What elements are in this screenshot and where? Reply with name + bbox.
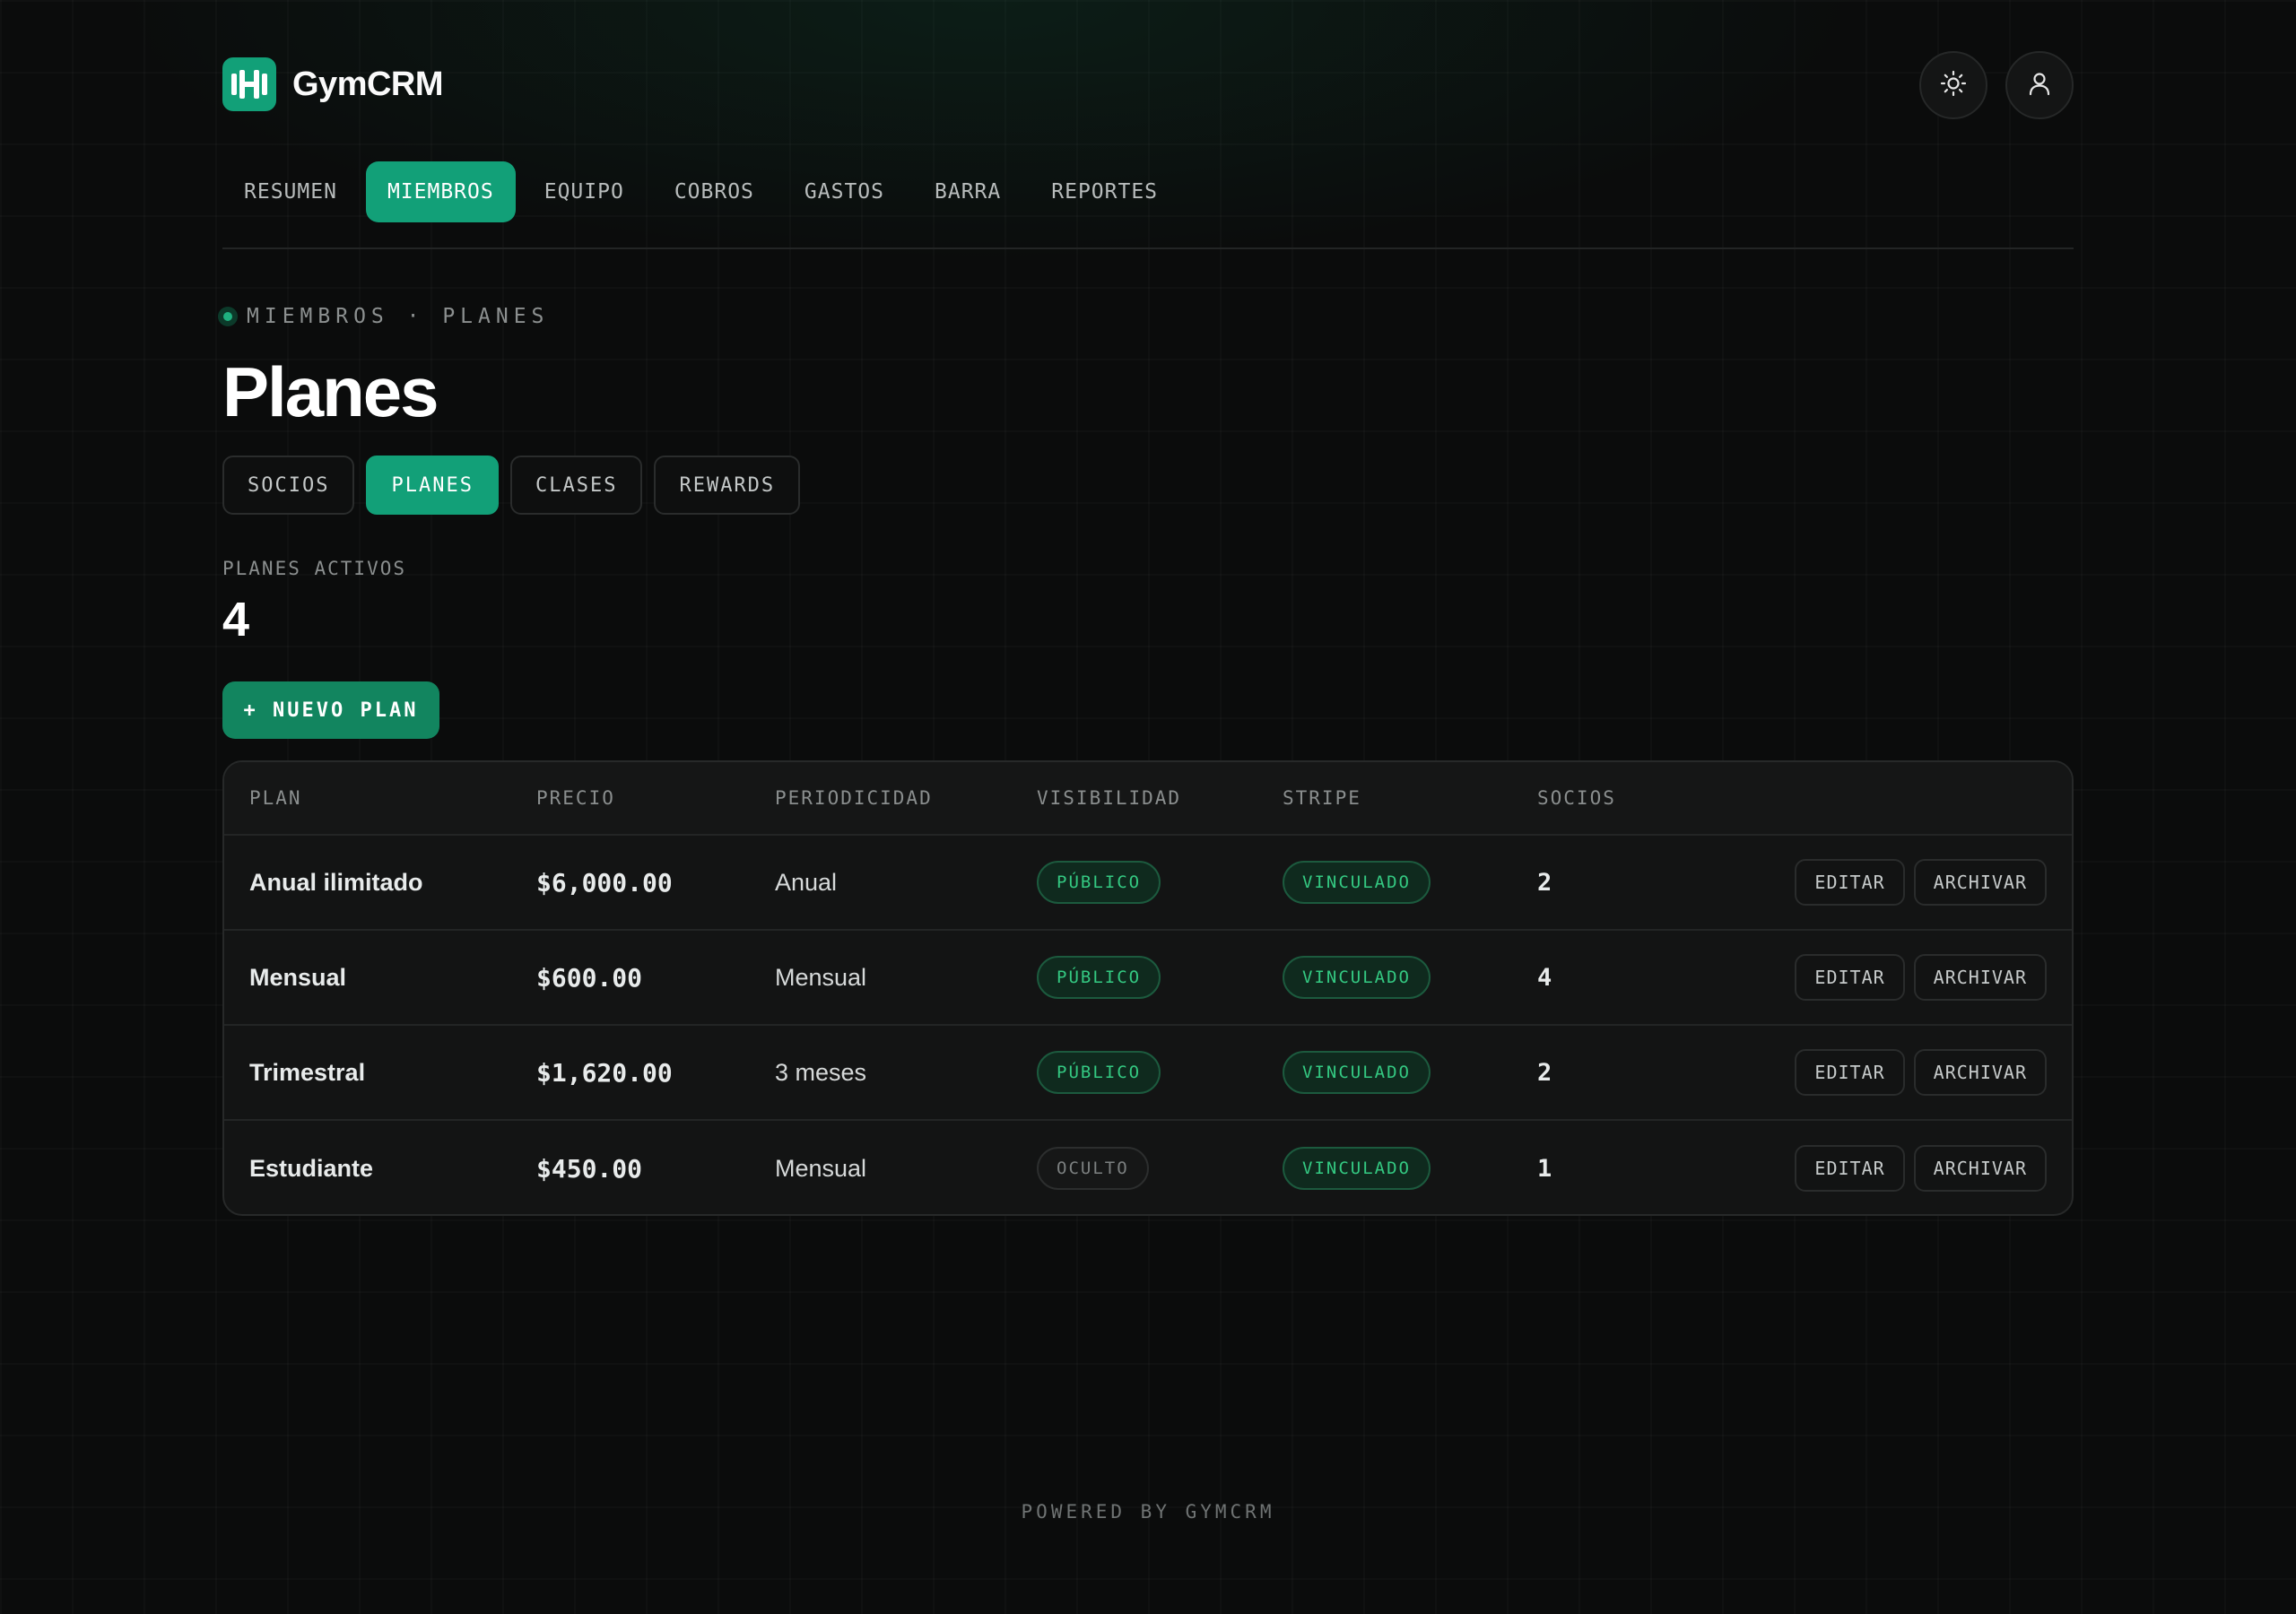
brand[interactable]: GymCRM — [222, 57, 444, 111]
archive-button[interactable]: ARCHIVAR — [1913, 1049, 2047, 1096]
edit-button[interactable]: EDITAR — [1795, 1049, 1905, 1096]
breadcrumb-text: MIEMBROS · PLANES — [247, 305, 550, 328]
nav-item-resumen[interactable]: RESUMEN — [222, 161, 359, 222]
new-plan-button[interactable]: + NUEVO PLAN — [222, 681, 439, 739]
visibility-badge: PÚBLICO — [1037, 1051, 1161, 1094]
table-row: Trimestral $1,620.00 3 meses PÚBLICO VIN… — [224, 1026, 2072, 1121]
header-socios: SOCIOS — [1537, 787, 1616, 809]
nav-item-miembros[interactable]: MIEMBROS — [365, 161, 516, 222]
plan-name: Trimestral — [249, 1058, 366, 1086]
footer-text: POWERED BY GYMCRM — [1021, 1501, 1275, 1523]
table-row: Anual ilimitado $6,000.00 Anual PÚBLICO … — [224, 836, 2072, 931]
table-header: PLAN PRECIO PERIODICIDAD VISIBILIDAD STR… — [224, 762, 2072, 836]
tab-rewards[interactable]: REWARDS — [654, 456, 801, 515]
member-count: 2 — [1537, 1058, 1552, 1087]
header-periodicidad: PERIODICIDAD — [775, 787, 933, 809]
plan-period: 3 meses — [775, 1058, 867, 1086]
main-nav: RESUMEN MIEMBROS EQUIPO COBROS GASTOS BA… — [222, 161, 1187, 222]
app-name: GymCRM — [292, 65, 444, 103]
plan-name: Estudiante — [249, 1154, 374, 1182]
plan-period: Mensual — [775, 1154, 867, 1182]
edit-button[interactable]: EDITAR — [1795, 1145, 1905, 1192]
header-visibilidad: VISIBILIDAD — [1037, 787, 1182, 809]
nav-item-gastos[interactable]: GASTOS — [783, 161, 906, 222]
stripe-badge: VINCULADO — [1283, 861, 1431, 904]
plan-period: Anual — [775, 868, 838, 896]
plan-price: $600.00 — [536, 962, 643, 993]
page-title: Planes — [222, 352, 439, 431]
visibility-badge: PÚBLICO — [1037, 861, 1161, 904]
sun-icon — [1940, 70, 1967, 101]
plan-name: Mensual — [249, 963, 347, 991]
plans-table: PLAN PRECIO PERIODICIDAD VISIBILIDAD STR… — [222, 760, 2074, 1216]
nav-item-equipo[interactable]: EQUIPO — [523, 161, 646, 222]
plan-price: $6,000.00 — [536, 867, 673, 898]
tab-clases[interactable]: CLASES — [509, 456, 643, 515]
table-row: Mensual $600.00 Mensual PÚBLICO VINCULAD… — [224, 931, 2072, 1026]
archive-button[interactable]: ARCHIVAR — [1913, 859, 2047, 906]
nav-item-reportes[interactable]: REPORTES — [1030, 161, 1179, 222]
user-icon — [2026, 70, 2053, 101]
nav-divider — [222, 247, 2074, 249]
member-count: 4 — [1537, 963, 1552, 992]
member-count: 2 — [1537, 868, 1552, 897]
stripe-badge: VINCULADO — [1283, 1051, 1431, 1094]
stripe-badge: VINCULADO — [1283, 956, 1431, 999]
tab-socios[interactable]: SOCIOS — [222, 456, 355, 515]
plan-period: Mensual — [775, 963, 867, 991]
archive-button[interactable]: ARCHIVAR — [1913, 1145, 2047, 1192]
tab-planes[interactable]: PLANES — [366, 456, 499, 515]
theme-toggle-button[interactable] — [1919, 51, 1987, 119]
archive-button[interactable]: ARCHIVAR — [1913, 954, 2047, 1001]
user-menu-button[interactable] — [2005, 51, 2074, 119]
table-row: Estudiante $450.00 Mensual OCULTO VINCUL… — [224, 1121, 2072, 1214]
header-plan: PLAN — [249, 787, 302, 809]
status-dot-icon — [218, 307, 238, 326]
header-precio: PRECIO — [536, 787, 615, 809]
member-count: 1 — [1537, 1154, 1552, 1183]
header-stripe: STRIPE — [1283, 787, 1361, 809]
plan-name: Anual ilimitado — [249, 868, 423, 896]
breadcrumb: MIEMBROS · PLANES — [218, 305, 549, 328]
stripe-badge: VINCULADO — [1283, 1147, 1431, 1190]
visibility-badge: OCULTO — [1037, 1147, 1149, 1190]
stat-value: 4 — [222, 593, 250, 646]
dumbbell-icon — [222, 57, 276, 111]
visibility-badge: PÚBLICO — [1037, 956, 1161, 999]
edit-button[interactable]: EDITAR — [1795, 859, 1905, 906]
plan-price: $1,620.00 — [536, 1057, 673, 1088]
edit-button[interactable]: EDITAR — [1795, 954, 1905, 1001]
nav-item-barra[interactable]: BARRA — [913, 161, 1022, 222]
stat-label: PLANES ACTIVOS — [222, 558, 407, 579]
plan-price: $450.00 — [536, 1153, 643, 1184]
section-tabs: SOCIOS PLANES CLASES REWARDS — [222, 456, 801, 515]
nav-item-cobros[interactable]: COBROS — [653, 161, 776, 222]
